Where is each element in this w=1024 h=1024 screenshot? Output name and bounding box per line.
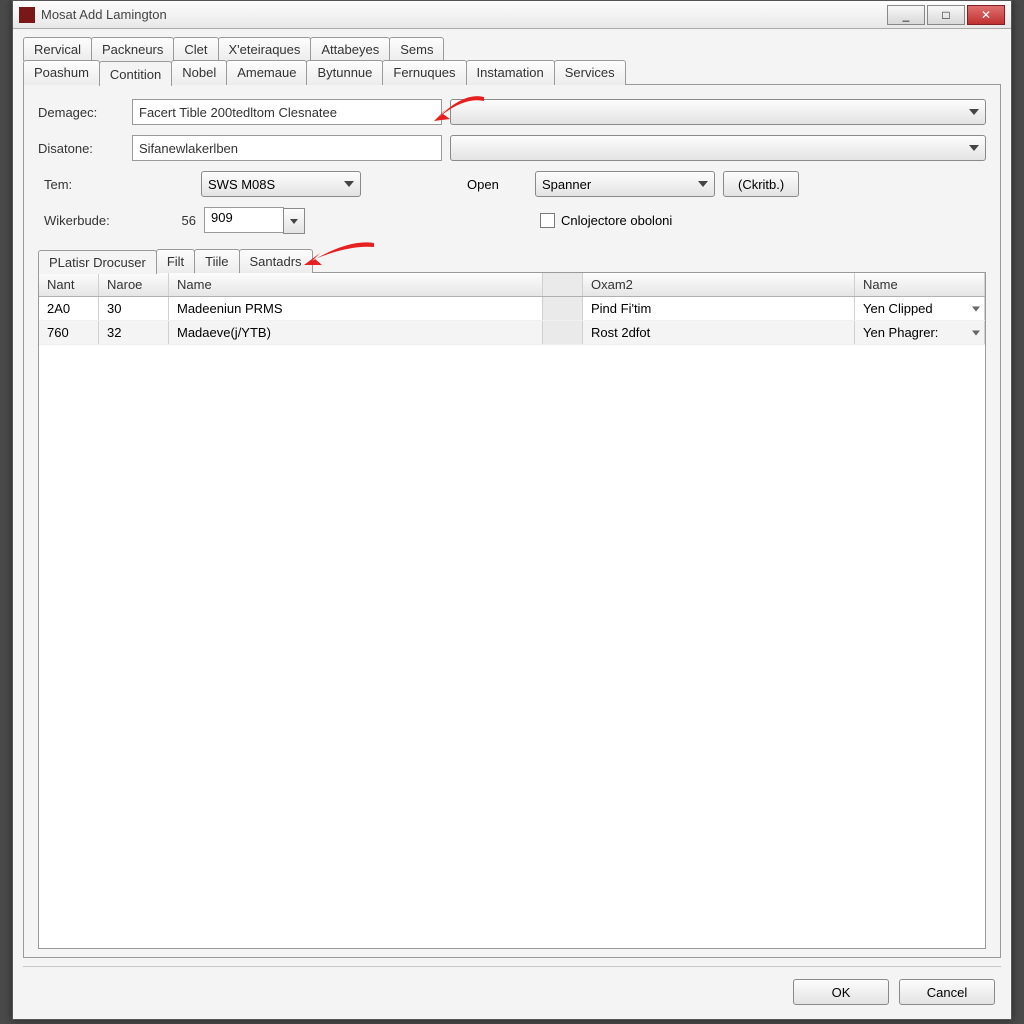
ok-button[interactable]: OK bbox=[793, 979, 889, 1005]
dialog-body: Rervical Packneurs Clet X'eteiraques Att… bbox=[13, 29, 1011, 1019]
cancel-label: Cancel bbox=[927, 985, 967, 1000]
tab-packneurs[interactable]: Packneurs bbox=[91, 37, 174, 61]
app-icon bbox=[19, 7, 35, 23]
tab-services[interactable]: Services bbox=[554, 60, 626, 85]
col-nant[interactable]: Nant bbox=[39, 273, 99, 296]
table-row[interactable]: 760 32 Madaeve(j/YTB) Rost 2dfot Yen Pha… bbox=[39, 321, 985, 345]
cell-name: Madeeniun PRMS bbox=[169, 297, 543, 320]
chevron-down-icon bbox=[344, 181, 354, 187]
grid-header: Nant Naroe Name Oxam2 Name bbox=[39, 273, 985, 297]
cell-oxam2: Pind Fi'tim bbox=[583, 297, 855, 320]
chevron-down-icon bbox=[972, 330, 980, 335]
tab-rervical[interactable]: Rervical bbox=[23, 37, 92, 61]
col-oxam2[interactable]: Oxam2 bbox=[583, 273, 855, 296]
wikerbude-num: 56 bbox=[166, 213, 196, 228]
cell-nant: 760 bbox=[39, 321, 99, 344]
col-naroe[interactable]: Naroe bbox=[99, 273, 169, 296]
subtab-santadrs[interactable]: Santadrs bbox=[239, 249, 313, 273]
cell-name2[interactable]: Yen Phagrer: bbox=[855, 321, 985, 344]
tab-attabeyes[interactable]: Attabeyes bbox=[310, 37, 390, 61]
tab-xeteiraques[interactable]: X'eteiraques bbox=[218, 37, 312, 61]
subtabs: PLatisr Drocuser Filt Tiile Santadrs bbox=[38, 249, 986, 273]
checkbox-label: Cnlojectore oboloni bbox=[561, 213, 672, 228]
chevron-down-icon bbox=[290, 219, 298, 224]
open-combo[interactable]: Spanner bbox=[535, 171, 715, 197]
tab-amemaue[interactable]: Amemaue bbox=[226, 60, 307, 85]
dialog-window: Mosat Add Lamington _ □ ✕ Rervical Packn… bbox=[12, 0, 1012, 1020]
tab-nobel[interactable]: Nobel bbox=[171, 60, 227, 85]
demagec-label: Demagec: bbox=[38, 105, 124, 120]
subtab-platisr-drocuser[interactable]: PLatisr Drocuser bbox=[38, 250, 157, 274]
titlebar: Mosat Add Lamington _ □ ✕ bbox=[13, 1, 1011, 29]
wikerbude-label: Wikerbude: bbox=[38, 213, 158, 228]
tabstrip-row2: Poashum Contition Nobel Amemaue Bytunnue… bbox=[23, 60, 1001, 85]
demagec-input[interactable] bbox=[132, 99, 442, 125]
subtab-filt[interactable]: Filt bbox=[156, 249, 195, 273]
chevron-down-icon bbox=[969, 109, 979, 115]
table-row[interactable]: 2A0 30 Madeeniun PRMS Pind Fi'tim Yen Cl… bbox=[39, 297, 985, 321]
tab-content: Demagec: Disatone: Tem: SWS M08S bbox=[23, 84, 1001, 958]
col-spacer bbox=[543, 273, 583, 296]
window-title: Mosat Add Lamington bbox=[41, 7, 167, 22]
cell-name: Madaeve(j/YTB) bbox=[169, 321, 543, 344]
col-name[interactable]: Name bbox=[169, 273, 543, 296]
spinner-button[interactable] bbox=[283, 208, 305, 234]
chevron-down-icon bbox=[698, 181, 708, 187]
minimize-button[interactable]: _ bbox=[887, 5, 925, 25]
cell-oxam2: Rost 2dfot bbox=[583, 321, 855, 344]
demagec-combo[interactable] bbox=[450, 99, 986, 125]
chevron-down-icon bbox=[969, 145, 979, 151]
tab-fernuques[interactable]: Fernuques bbox=[382, 60, 466, 85]
close-button[interactable]: ✕ bbox=[967, 5, 1005, 25]
ckritb-button[interactable]: (Ckritb.) bbox=[723, 171, 799, 197]
disatone-combo[interactable] bbox=[450, 135, 986, 161]
cell-name2-value: Yen Phagrer: bbox=[863, 325, 938, 340]
ok-label: OK bbox=[832, 985, 851, 1000]
cell-naroe: 30 bbox=[99, 297, 169, 320]
tab-contition[interactable]: Contition bbox=[99, 61, 172, 86]
chevron-down-icon bbox=[972, 306, 980, 311]
cell-spacer bbox=[543, 321, 583, 344]
tem-combo[interactable]: SWS M08S bbox=[201, 171, 361, 197]
tabstrip-row1: Rervical Packneurs Clet X'eteiraques Att… bbox=[23, 37, 1001, 61]
disatone-label: Disatone: bbox=[38, 141, 124, 156]
grid: Nant Naroe Name Oxam2 Name 2A0 30 Madeen… bbox=[38, 272, 986, 949]
tem-label: Tem: bbox=[38, 177, 193, 192]
cell-naroe: 32 bbox=[99, 321, 169, 344]
checkbox-box bbox=[540, 213, 555, 228]
disatone-input[interactable] bbox=[132, 135, 442, 161]
tab-poashum[interactable]: Poashum bbox=[23, 60, 100, 85]
open-value: Spanner bbox=[542, 177, 591, 192]
open-label: Open bbox=[467, 177, 527, 192]
col-name2[interactable]: Name bbox=[855, 273, 985, 296]
tab-bytunnue[interactable]: Bytunnue bbox=[306, 60, 383, 85]
cell-name2[interactable]: Yen Clipped bbox=[855, 297, 985, 320]
maximize-button[interactable]: □ bbox=[927, 5, 965, 25]
dialog-footer: OK Cancel bbox=[23, 966, 1001, 1019]
cell-name2-value: Yen Clipped bbox=[863, 301, 933, 316]
wikerbude-spinner[interactable]: 909 bbox=[204, 207, 284, 233]
tab-clet[interactable]: Clet bbox=[173, 37, 218, 61]
tem-value: SWS M08S bbox=[208, 177, 275, 192]
grid-body[interactable]: 2A0 30 Madeeniun PRMS Pind Fi'tim Yen Cl… bbox=[39, 297, 985, 948]
ckritb-label: (Ckritb.) bbox=[738, 177, 784, 192]
cnlojectore-checkbox[interactable]: Cnlojectore oboloni bbox=[540, 213, 672, 228]
cancel-button[interactable]: Cancel bbox=[899, 979, 995, 1005]
cell-nant: 2A0 bbox=[39, 297, 99, 320]
cell-spacer bbox=[543, 297, 583, 320]
tab-instamation[interactable]: Instamation bbox=[466, 60, 555, 85]
wikerbude-spin-value: 909 bbox=[211, 210, 233, 225]
subtab-tiile[interactable]: Tiile bbox=[194, 249, 239, 273]
tab-sems[interactable]: Sems bbox=[389, 37, 444, 61]
